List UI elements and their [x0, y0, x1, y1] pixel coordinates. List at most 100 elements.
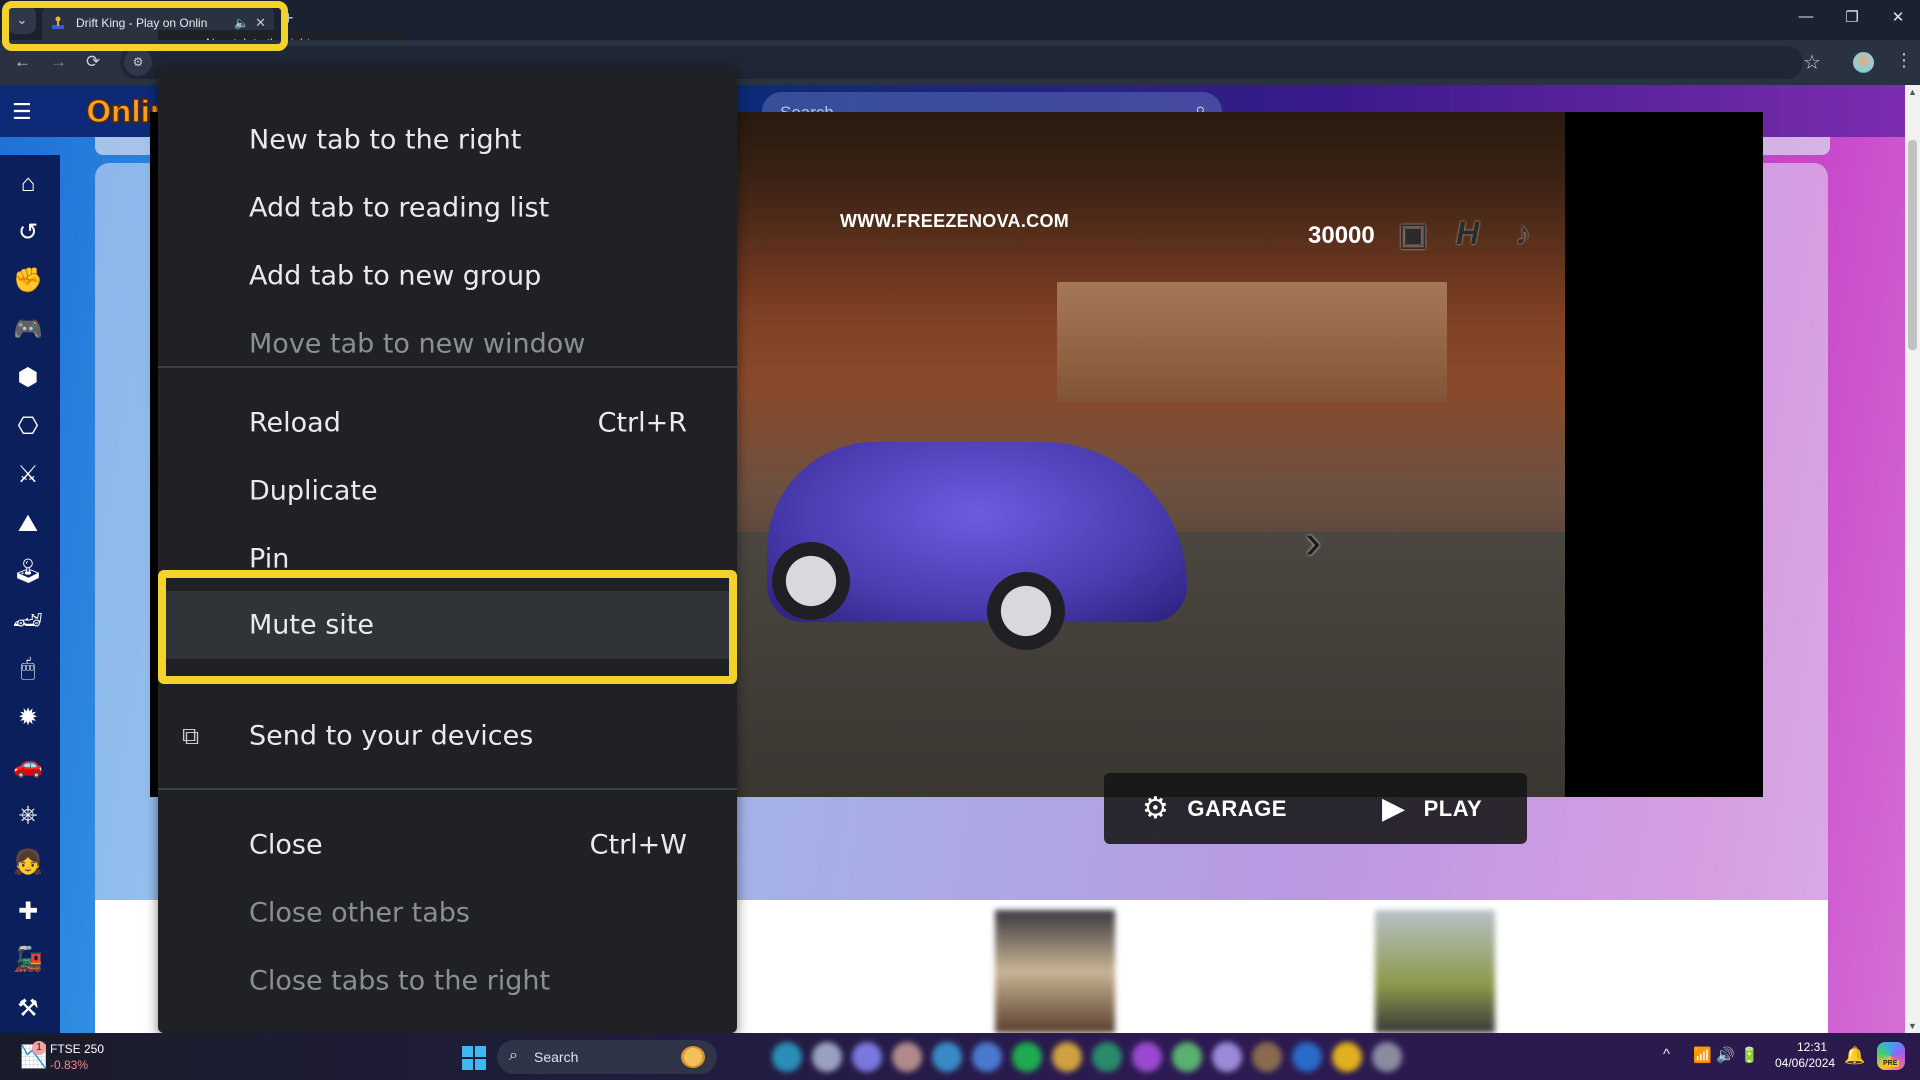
annotation-highlight-mute: [158, 570, 737, 684]
close-window-button[interactable]: ✕: [1883, 8, 1913, 26]
taskbar-app-icon[interactable]: [1092, 1042, 1122, 1072]
menu-item-add-reading-list[interactable]: Add tab to reading list: [158, 174, 737, 242]
menu-collapse-icon[interactable]: ☰: [12, 99, 32, 125]
volume-icon[interactable]: 🔊: [1716, 1046, 1735, 1064]
notification-badge: 1: [32, 1041, 46, 1055]
help-h-icon[interactable]: H: [1456, 215, 1479, 252]
game-thumbnail[interactable]: [1375, 910, 1495, 1033]
drift-car-icon[interactable]: 🚗: [11, 749, 45, 783]
play-icon: ▶: [1382, 792, 1406, 825]
forward-button[interactable]: →: [50, 52, 67, 72]
game-action-bar: ⚙ GARAGE ▶ PLAY: [1104, 773, 1527, 844]
game-website-label: WWW.FREEZENOVA.COM: [840, 211, 1070, 231]
menu-item-close-right: Close tabs to the right: [249, 965, 551, 997]
taskbar-app-icon[interactable]: [1372, 1042, 1402, 1072]
menu-item-close-other: Close other tabs: [249, 897, 470, 929]
tune-icon: ⚙: [132, 55, 144, 69]
taskbar-app-icon[interactable]: [772, 1042, 802, 1072]
battery-icon[interactable]: 🔋: [1740, 1046, 1759, 1064]
shortcut-label: Ctrl+W: [589, 829, 687, 861]
restore-button[interactable]: ❐: [1837, 8, 1867, 26]
start-button[interactable]: [462, 1046, 486, 1070]
wifi-icon[interactable]: 📶: [1693, 1046, 1712, 1064]
music-icon[interactable]: ♪: [1515, 215, 1531, 252]
gear-burst-icon[interactable]: ✹: [11, 701, 45, 735]
dice-icon[interactable]: ⬢: [11, 361, 45, 395]
taskbar-app-icon[interactable]: [1252, 1042, 1282, 1072]
taskbar: 📉 1 FTSE 250 -0.83% ⌕ Search ^ 📶 🔊 🔋 12:…: [0, 1033, 1920, 1080]
clock[interactable]: 12:31 04/06/2024: [1775, 1039, 1836, 1071]
tab-context-menu: New tab to the right Add tab to reading …: [158, 66, 737, 1033]
wallet-icon: ▣: [1398, 216, 1429, 252]
scroll-down-icon[interactable]: ▼: [1908, 1021, 1917, 1031]
page-scrollbar[interactable]: ▲ ▼: [1905, 85, 1920, 1033]
menu-separator: [158, 366, 737, 368]
menu-item-close[interactable]: Close Ctrl+W: [158, 811, 737, 879]
taskbar-app-icon[interactable]: [812, 1042, 842, 1072]
taskbar-app-icon[interactable]: [852, 1042, 882, 1072]
crossed-swords-icon[interactable]: ⚔: [11, 458, 45, 492]
devices-icon: ⧉: [182, 722, 200, 750]
game-thumbnail[interactable]: [995, 910, 1115, 1033]
annotation-highlight-tab: [2, 1, 288, 51]
show-hidden-icons-button[interactable]: ^: [1663, 1046, 1670, 1063]
taskbar-app-icon[interactable]: [1132, 1042, 1162, 1072]
reload-button[interactable]: ⟳: [86, 52, 100, 72]
stock-change: -0.83%: [50, 1058, 89, 1072]
next-car-arrow-icon[interactable]: ›: [1305, 515, 1321, 570]
race-car-icon[interactable]: 🏎: [11, 604, 45, 638]
play-label: PLAY: [1423, 795, 1483, 821]
taskbar-app-icon[interactable]: [972, 1042, 1002, 1072]
scrollbar-thumb[interactable]: [1908, 140, 1917, 350]
two-controllers-icon[interactable]: 🎮: [11, 313, 45, 347]
garage-button[interactable]: ⚙ GARAGE: [1142, 773, 1287, 844]
girl-gamer-icon[interactable]: 👧: [11, 846, 45, 880]
browser-title-bar: ⌄ Drift King - Play on Onlin 🔈 ✕ + New t…: [0, 0, 1920, 56]
stock-widget[interactable]: 📉 1 FTSE 250 -0.83%: [18, 1038, 148, 1076]
menu-item-new-tab-right[interactable]: New tab to the right: [158, 106, 737, 174]
history-icon[interactable]: ↺: [11, 216, 45, 250]
taskbar-app-icon[interactable]: [1172, 1042, 1202, 1072]
search-icon: ⌕: [509, 1047, 518, 1064]
taskbar-app-icon[interactable]: [1332, 1042, 1362, 1072]
browser-menu-icon[interactable]: ⋮: [1895, 50, 1913, 71]
date: 04/06/2024: [1775, 1056, 1836, 1070]
copilot-icon[interactable]: PRE: [1877, 1042, 1905, 1070]
profile-avatar[interactable]: [1853, 52, 1874, 73]
joystick-icon[interactable]: 🕹: [11, 555, 45, 589]
minecraft-character-icon[interactable]: ⚒: [11, 992, 45, 1026]
scroll-up-icon[interactable]: ▲: [1908, 87, 1917, 97]
search-highlight-icon: [681, 1046, 705, 1068]
taskbar-app-icon[interactable]: [932, 1042, 962, 1072]
taskbar-search[interactable]: ⌕ Search: [497, 1040, 717, 1074]
back-button[interactable]: ←: [14, 52, 31, 72]
taskbar-app-icon[interactable]: [1292, 1042, 1322, 1072]
menu-separator: [158, 788, 737, 790]
taskbar-app-icon[interactable]: [1012, 1042, 1042, 1072]
bookmark-star-icon[interactable]: ☆: [1803, 50, 1821, 75]
menu-item-reload[interactable]: Reload Ctrl+R: [158, 389, 737, 457]
menu-item-send-devices[interactable]: ⧉ Send to your devices: [158, 702, 737, 770]
fist-controller-icon[interactable]: ✊: [11, 264, 45, 298]
steering-wheel-icon[interactable]: ⎈: [11, 798, 45, 832]
menu-item-duplicate[interactable]: Duplicate: [158, 457, 737, 525]
time: 12:31: [1796, 1040, 1827, 1054]
site-info-button[interactable]: ⚙: [124, 48, 152, 76]
cube-controller-icon[interactable]: ⎔: [11, 410, 45, 444]
taskbar-app-icon[interactable]: [1212, 1042, 1242, 1072]
train-icon[interactable]: 🚂: [11, 943, 45, 977]
hiker-icon[interactable]: ⛰: [11, 507, 45, 541]
play-button[interactable]: ▶ PLAY: [1382, 773, 1482, 844]
taskbar-search-placeholder: Search: [534, 1049, 579, 1065]
coin-count: 30000: [1308, 222, 1375, 249]
taskbar-app-icon[interactable]: [1052, 1042, 1082, 1072]
wrench-gear-icon: ⚙: [1142, 792, 1170, 825]
minimize-button[interactable]: —: [1791, 8, 1821, 25]
notifications-bell-icon[interactable]: 🔔: [1844, 1046, 1865, 1066]
mouse-click-icon[interactable]: 🖱: [11, 652, 45, 686]
home-icon[interactable]: ⌂: [11, 167, 45, 201]
menu-item-add-new-group[interactable]: Add tab to new group: [158, 242, 737, 310]
gamepad-icon[interactable]: ✚: [11, 895, 45, 929]
preview-badge: PRE: [1881, 1060, 1900, 1067]
taskbar-app-icon[interactable]: [892, 1042, 922, 1072]
